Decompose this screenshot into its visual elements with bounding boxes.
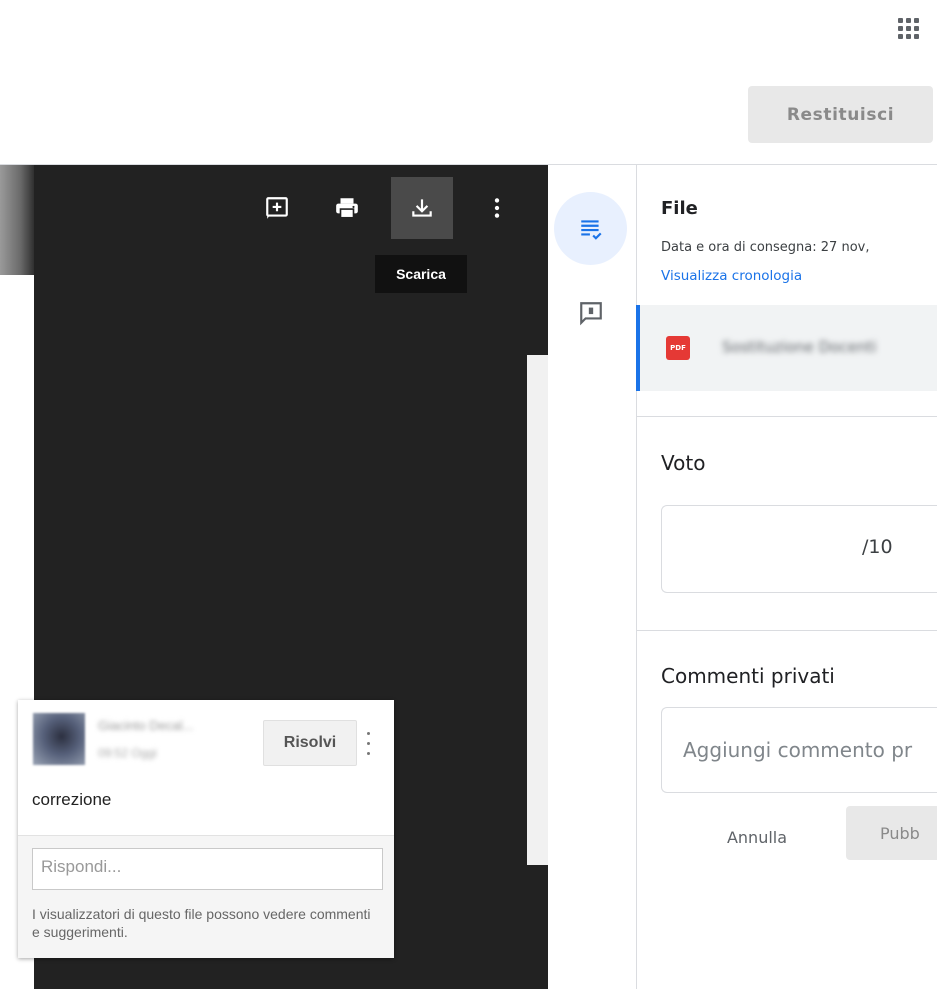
viewer-scroll-track [527,165,548,355]
page-preview-edge [0,165,34,275]
section-divider [637,630,937,631]
grade-title: Voto [661,451,706,475]
comment-tab[interactable] [571,293,611,333]
add-comment-icon[interactable] [257,188,297,228]
print-icon[interactable] [327,188,367,228]
comment-author: Giacinto Decal... [98,718,194,733]
download-button[interactable] [391,177,453,239]
cancel-button[interactable]: Annulla [704,817,810,857]
comment-time: 09:52 Oggi [98,746,157,760]
comment-card: Giacinto Decal... 09:52 Oggi Risolvi cor… [18,700,394,958]
more-vert-icon[interactable] [477,188,517,228]
download-icon [412,199,432,217]
avatar [33,713,85,765]
apps-grid-icon[interactable] [893,12,923,42]
return-button[interactable]: Restituisci [748,86,933,143]
grade-suffix: /10 [862,536,893,558]
post-button[interactable]: Pubb [846,806,937,860]
download-tooltip: Scarica [375,255,467,293]
viewer-scrollbar[interactable] [527,355,548,865]
comment-visibility-info: I visualizzatori di questo file possono … [32,906,371,940]
section-divider [637,416,937,417]
private-comments-title: Commenti privati [661,664,835,688]
grade-input[interactable] [661,505,937,593]
classroom-grading-view: Restituisci Scarica Giacinto Decal... 09… [0,0,937,989]
private-comment-placeholder: Aggiungi commento pr [683,738,913,762]
details-tab[interactable] [554,192,627,265]
file-section-title: File [661,198,698,219]
comment-text: correzione [32,790,112,809]
comment-more-icon[interactable] [363,728,373,758]
pdf-file-icon: PDF [666,336,690,360]
comment-icon [580,302,602,326]
resolve-button[interactable]: Risolvi [263,720,357,766]
attachment-name[interactable]: Sostituzione Docenti [722,338,937,356]
history-link[interactable]: Visualizza cronologia [661,268,802,284]
delivery-date: Data e ora di consegna: 27 nov, [661,240,870,255]
rail-divider [636,165,637,989]
assignment-details-icon [580,219,602,240]
reply-input[interactable]: Rispondi... [32,848,383,890]
